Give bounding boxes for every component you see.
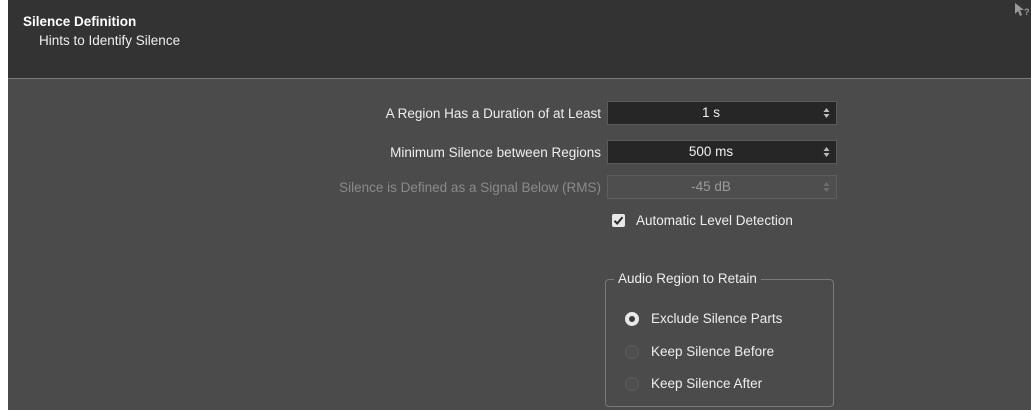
svg-text:?: ?	[1024, 7, 1030, 17]
keep-silence-after-radio[interactable]	[625, 377, 639, 391]
min-silence-spinbox[interactable]: 500 ms	[607, 140, 837, 164]
min-silence-label: Minimum Silence between Regions	[390, 145, 601, 160]
audio-region-to-retain-title: Audio Region to Retain	[614, 271, 761, 286]
min-silence-value[interactable]: 500 ms	[608, 141, 814, 163]
keep-silence-after-label[interactable]: Keep Silence After	[651, 376, 762, 391]
help-pointer-icon[interactable]: ?	[1013, 2, 1031, 18]
checkmark-icon	[613, 216, 624, 225]
keep-silence-before-radio[interactable]	[625, 345, 639, 359]
automatic-level-detection-checkbox[interactable]	[612, 214, 625, 227]
help-pointer-icon-graphic: ?	[1015, 3, 1030, 17]
exclude-silence-parts-label[interactable]: Exclude Silence Parts	[651, 311, 782, 326]
header-divider	[8, 78, 1031, 79]
spin-arrows-icon[interactable]	[823, 181, 830, 193]
silence-threshold-value[interactable]: -45 dB	[608, 176, 814, 198]
exclude-silence-parts-radio[interactable]	[625, 312, 639, 326]
automatic-level-detection-label[interactable]: Automatic Level Detection	[636, 213, 793, 228]
silence-threshold-label: Silence is Defined as a Signal Below (RM…	[339, 180, 601, 195]
keep-silence-before-label[interactable]: Keep Silence Before	[651, 344, 774, 359]
spin-arrows-icon[interactable]	[823, 146, 830, 158]
panel-header: Silence Definition Hints to Identify Sil…	[8, 0, 1031, 78]
min-duration-value[interactable]: 1 s	[608, 102, 814, 124]
silence-definition-panel: Silence Definition Hints to Identify Sil…	[8, 0, 1031, 410]
min-duration-label: A Region Has a Duration of at Least	[385, 106, 601, 121]
min-duration-spinbox[interactable]: 1 s	[607, 101, 837, 125]
silence-threshold-spinbox[interactable]: -45 dB	[607, 175, 837, 199]
panel-subtitle: Hints to Identify Silence	[39, 33, 181, 48]
spin-arrows-icon[interactable]	[823, 107, 830, 119]
panel-title: Silence Definition	[23, 14, 137, 29]
